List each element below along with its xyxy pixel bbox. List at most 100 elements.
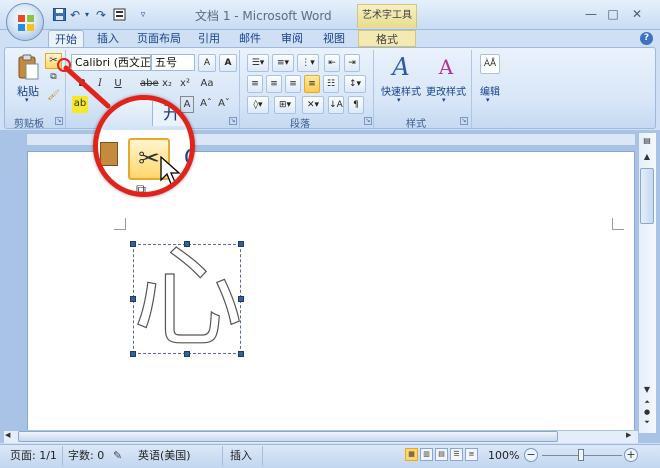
- cut-highlight-circle: [57, 58, 71, 72]
- proofing-icon[interactable]: ✎: [113, 449, 129, 463]
- chinese-layout-button[interactable]: ✕▾: [302, 96, 324, 114]
- margin-corner-top-right: [612, 218, 624, 230]
- align-center-button[interactable]: ≡: [266, 75, 282, 93]
- zoom-slider-thumb[interactable]: [578, 449, 584, 461]
- resize-handle-l[interactable]: [130, 296, 136, 302]
- bullets-button[interactable]: ☰▾: [247, 54, 269, 72]
- zoom-in-icon[interactable]: +: [624, 448, 638, 462]
- minimize-icon[interactable]: —: [582, 6, 600, 22]
- print-layout-view-icon[interactable]: ▦: [405, 448, 418, 461]
- font-name-combo[interactable]: Calibri (西文正: [71, 54, 151, 71]
- line-spacing-button[interactable]: ↕▾: [344, 75, 366, 93]
- redo-icon[interactable]: ↷: [94, 8, 108, 22]
- tab-page-layout[interactable]: 页面布局: [134, 30, 184, 47]
- numbering-button[interactable]: ≡▾: [272, 54, 294, 72]
- styles-launcher-icon[interactable]: ↘: [460, 117, 468, 125]
- scroll-left-icon[interactable]: ◀: [5, 431, 15, 442]
- resize-handle-t[interactable]: [184, 241, 190, 247]
- strikethrough-button[interactable]: abe: [140, 76, 159, 93]
- maximize-icon[interactable]: □: [604, 6, 622, 22]
- tab-view[interactable]: 视图: [319, 30, 349, 47]
- tab-home[interactable]: 开始: [48, 30, 84, 47]
- bold-button[interactable]: B: [76, 76, 88, 93]
- tab-format[interactable]: 格式: [358, 30, 416, 47]
- justify-button[interactable]: ≡: [304, 75, 320, 93]
- change-styles-dropdown-icon: ▾: [442, 96, 446, 104]
- underline-button[interactable]: U: [112, 76, 124, 93]
- tab-insert[interactable]: 插入: [92, 30, 124, 47]
- tab-mailings[interactable]: 邮件: [235, 30, 265, 47]
- status-word-count[interactable]: 字数: 0: [68, 449, 108, 463]
- draft-view-icon[interactable]: ≡: [465, 448, 478, 461]
- change-case-button[interactable]: Aa: [198, 76, 216, 93]
- align-right-button[interactable]: ≡: [285, 75, 301, 93]
- scroll-down-icon[interactable]: ▼: [640, 385, 654, 397]
- resize-handle-bl[interactable]: [130, 351, 136, 357]
- tab-review[interactable]: 审阅: [277, 30, 307, 47]
- office-logo-icon: [18, 15, 34, 31]
- browse-object-icon[interactable]: ●: [640, 408, 654, 418]
- borders-button[interactable]: ⊞▾: [274, 96, 296, 114]
- status-page[interactable]: 页面: 1/1: [10, 449, 66, 463]
- prev-page-icon[interactable]: ⏶: [640, 398, 654, 408]
- decrease-indent-button[interactable]: ⇤: [324, 54, 340, 72]
- clipboard-launcher-icon[interactable]: ↘: [55, 117, 63, 125]
- office-button[interactable]: [6, 3, 44, 41]
- web-layout-view-icon[interactable]: ▤: [435, 448, 448, 461]
- close-icon[interactable]: ✕: [628, 6, 646, 22]
- format-painter-button[interactable]: 🖌: [46, 90, 61, 104]
- increase-indent-button[interactable]: ⇥: [344, 54, 360, 72]
- align-left-button[interactable]: ≡: [247, 75, 263, 93]
- resize-handle-tr[interactable]: [238, 241, 244, 247]
- scroll-right-icon[interactable]: ▶: [626, 431, 636, 442]
- highlight-button[interactable]: ab: [72, 96, 88, 113]
- wordart-tools-context-label: 艺术字工具: [357, 4, 417, 28]
- paste-button[interactable]: 粘贴 ▾: [14, 54, 42, 104]
- document-page[interactable]: [27, 151, 635, 433]
- subscript-button[interactable]: x₂: [160, 76, 174, 93]
- ruler-toggle-icon[interactable]: ▤: [640, 134, 654, 148]
- next-page-icon[interactable]: ⏷: [640, 418, 654, 428]
- clear-format-button[interactable]: A: [219, 54, 237, 72]
- italic-button[interactable]: I: [94, 76, 106, 93]
- distributed-button[interactable]: ☷: [323, 75, 339, 93]
- grow-font-button[interactable]: A: [198, 54, 216, 72]
- resize-handle-r[interactable]: [238, 296, 244, 302]
- paragraph-group-label: 段落: [290, 119, 310, 130]
- superscript-button[interactable]: x²: [178, 76, 192, 93]
- outline-view-icon[interactable]: ☰: [450, 448, 463, 461]
- shrink-font-button[interactable]: Aˇ: [216, 96, 232, 113]
- quick-styles-button[interactable]: A 快速样式 ▾: [378, 54, 424, 108]
- wordart-text[interactable]: 心: [132, 237, 244, 358]
- zoom-out-icon[interactable]: −: [524, 448, 538, 462]
- scroll-up-icon[interactable]: ▲: [640, 152, 654, 164]
- save-icon[interactable]: [52, 8, 66, 22]
- status-language[interactable]: 英语(美国): [138, 449, 204, 463]
- undo-dropdown-icon[interactable]: ▾: [80, 8, 94, 22]
- copy-button[interactable]: ⧉: [46, 72, 61, 86]
- horizontal-scroll-thumb[interactable]: [18, 431, 558, 442]
- sort-button[interactable]: ↓A: [328, 96, 344, 114]
- full-screen-reading-view-icon[interactable]: ▥: [420, 448, 433, 461]
- resize-handle-br[interactable]: [238, 351, 244, 357]
- resize-handle-tl[interactable]: [130, 241, 136, 247]
- show-marks-button[interactable]: ¶: [348, 96, 364, 114]
- magnified-tab-home: 开: [152, 100, 190, 126]
- print-preview-icon[interactable]: [112, 8, 126, 22]
- vertical-scroll-thumb[interactable]: [640, 168, 654, 224]
- tab-references[interactable]: 引用: [194, 30, 224, 47]
- paragraph-launcher-icon[interactable]: ↘: [364, 117, 372, 125]
- resize-handle-b[interactable]: [184, 351, 190, 357]
- status-insert-mode[interactable]: 插入: [230, 449, 260, 463]
- multilevel-list-button[interactable]: ⋮▾: [297, 54, 319, 72]
- font-size-combo[interactable]: 五号: [151, 54, 195, 71]
- zoom-level[interactable]: 100%: [488, 449, 520, 463]
- shading-button[interactable]: ◊▾: [247, 96, 269, 114]
- help-icon[interactable]: ?: [640, 32, 653, 45]
- change-styles-button[interactable]: A 更改样式 ▾: [424, 54, 468, 108]
- grow-font-small-button[interactable]: Aˆ: [198, 96, 214, 113]
- customize-qat-icon[interactable]: ▿: [136, 8, 150, 22]
- editing-button[interactable]: ÀÅ 编辑 ▾: [476, 54, 504, 104]
- editing-label: 编辑: [480, 87, 500, 98]
- font-launcher-icon[interactable]: ↘: [229, 117, 237, 125]
